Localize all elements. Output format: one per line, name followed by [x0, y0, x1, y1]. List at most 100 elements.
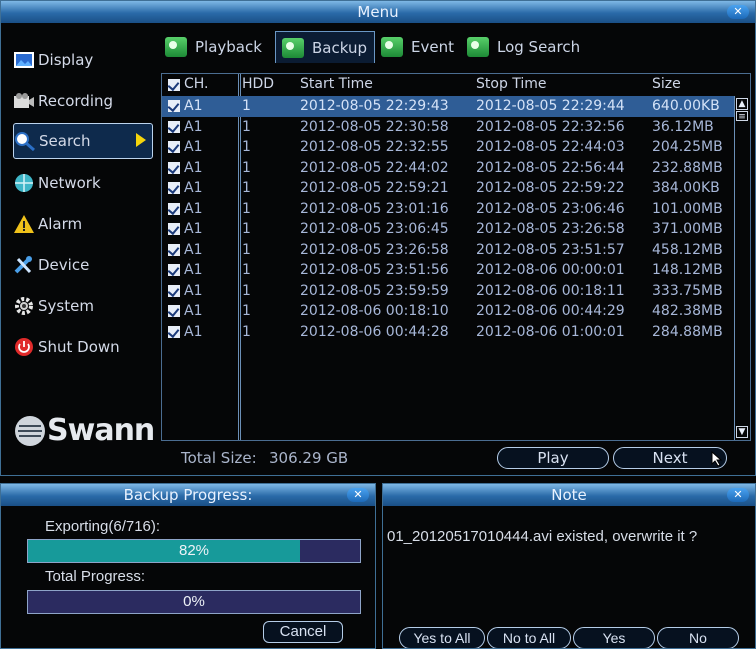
- scroll-down-icon[interactable]: ▼: [736, 426, 748, 438]
- sidebar: Display Recording Search Network Alarm D…: [5, 31, 155, 471]
- note-title: Note: [551, 486, 587, 504]
- row-checkbox[interactable]: [168, 305, 180, 317]
- close-icon[interactable]: ✕: [727, 5, 749, 19]
- cell-size: 36.12MB: [652, 118, 714, 135]
- tab-event[interactable]: Event: [375, 31, 461, 63]
- cell-hdd: 1: [242, 323, 251, 340]
- sidebar-item-alarm[interactable]: Alarm: [13, 207, 153, 241]
- select-all-checkbox[interactable]: [168, 79, 180, 91]
- backup-progress-dialog: Backup Progress: ✕ Exporting(6/716): 82%…: [0, 483, 376, 649]
- scrollbar[interactable]: ▲ ≡ ▼: [734, 96, 749, 440]
- play-button[interactable]: Play: [497, 447, 609, 469]
- cell-size: 482.38MB: [652, 303, 723, 319]
- cell-size: 333.75MB: [652, 282, 723, 299]
- cell-size: 232.88MB: [652, 159, 723, 176]
- no-button[interactable]: No: [657, 627, 739, 648]
- cell-stop: 2012-08-06 00:44:29: [476, 303, 625, 319]
- sidebar-item-search[interactable]: Search: [13, 123, 153, 159]
- column-header-stop-time: Stop Time: [476, 76, 547, 92]
- sidebar-item-recording[interactable]: Recording: [13, 84, 153, 118]
- sidebar-item-display[interactable]: Display: [13, 43, 153, 77]
- table-row[interactable]: A1 1 2012-08-06 00:44:28 2012-08-06 01:00:0…: [162, 322, 734, 343]
- table-row[interactable]: A1 1 2012-08-05 22:32:55 2012-08-05 22:44:0…: [162, 137, 734, 158]
- logo-text: Swann: [47, 413, 155, 448]
- cell-size: 458.12MB: [652, 241, 723, 258]
- table-row[interactable]: A1 1 2012-08-05 23:59:59 2012-08-06 00:18:1…: [162, 281, 734, 302]
- tab-label: Playback: [195, 38, 262, 56]
- cell-hdd: 1: [242, 282, 251, 299]
- table-row[interactable]: A1 1 2012-08-05 23:26:58 2012-08-05 23:51:5…: [162, 240, 734, 261]
- selected-arrow-icon: [136, 133, 146, 147]
- cell-start: 2012-08-06 00:44:28: [300, 323, 449, 340]
- export-progress-bar: 82%: [27, 539, 361, 563]
- cell-size: 384.00KB: [652, 180, 720, 196]
- table-row[interactable]: A1 1 2012-08-05 22:29:43 2012-08-05 22:29:4…: [162, 96, 734, 117]
- cell-hdd: 1: [242, 118, 251, 135]
- row-checkbox[interactable]: [168, 182, 180, 194]
- cell-start: 2012-08-05 22:32:55: [300, 139, 449, 155]
- column-header-ch: CH.: [184, 76, 209, 92]
- cell-size: 148.12MB: [652, 262, 723, 278]
- cell-stop: 2012-08-05 22:32:56: [476, 118, 625, 135]
- table-row[interactable]: A1 1 2012-08-05 22:44:02 2012-08-05 22:56:4…: [162, 158, 734, 179]
- total-size-label: Total Size:: [181, 449, 257, 467]
- row-checkbox[interactable]: [168, 141, 180, 153]
- export-progress-percent: 82%: [178, 542, 210, 559]
- table-row[interactable]: A1 1 2012-08-05 22:30:58 2012-08-05 22:32:5…: [162, 117, 734, 138]
- close-icon[interactable]: ✕: [347, 488, 369, 502]
- tab-playback[interactable]: Playback: [159, 31, 275, 63]
- exporting-label: Exporting(6/716):: [45, 518, 161, 535]
- cell-start: 2012-08-06 00:18:10: [300, 303, 449, 319]
- scroll-up-icon[interactable]: ▲: [736, 98, 748, 110]
- table-row[interactable]: A1 1 2012-08-05 22:59:21 2012-08-05 22:59:2…: [162, 178, 734, 199]
- cell-start: 2012-08-05 23:01:16: [300, 200, 449, 217]
- row-checkbox[interactable]: [168, 100, 180, 112]
- tab-backup[interactable]: Backup: [275, 31, 375, 63]
- cell-start: 2012-08-05 23:59:59: [300, 282, 449, 299]
- cell-stop: 2012-08-05 22:29:44: [476, 98, 625, 114]
- cell-start: 2012-08-05 22:44:02: [300, 159, 449, 176]
- cell-ch: A1: [184, 241, 203, 258]
- alarm-icon: [13, 213, 35, 235]
- tab-bar: Playback Backup Event Log Search: [159, 31, 753, 67]
- table-row[interactable]: A1 1 2012-08-05 23:51:56 2012-08-06 00:00:0…: [162, 260, 734, 281]
- table-row[interactable]: A1 1 2012-08-06 00:18:10 2012-08-06 00:44:2…: [162, 301, 734, 322]
- scroll-thumb[interactable]: ≡: [736, 111, 748, 122]
- no-to-all-button[interactable]: No to All: [487, 627, 571, 648]
- row-checkbox[interactable]: [168, 243, 180, 256]
- cancel-button[interactable]: Cancel: [263, 621, 343, 643]
- tab-log-search[interactable]: Log Search: [461, 31, 591, 63]
- cell-stop: 2012-08-05 23:51:57: [476, 241, 625, 258]
- row-checkbox[interactable]: [168, 223, 180, 235]
- row-checkbox[interactable]: [168, 284, 180, 297]
- row-checkbox[interactable]: [168, 161, 180, 174]
- tab-label: Log Search: [497, 38, 581, 56]
- menu-title: Menu: [357, 3, 399, 21]
- sidebar-item-shutdown[interactable]: Shut Down: [13, 330, 153, 364]
- network-icon: [13, 172, 35, 194]
- row-checkbox[interactable]: [168, 202, 180, 215]
- swann-logo-icon: [15, 415, 45, 446]
- cell-ch: A1: [184, 159, 203, 176]
- note-dialog: Note ✕ 01_20120517010444.avi existed, ov…: [382, 483, 756, 649]
- cell-hdd: 1: [242, 98, 251, 114]
- sidebar-item-system[interactable]: System: [13, 289, 153, 323]
- row-checkbox[interactable]: [168, 120, 180, 133]
- cell-start: 2012-08-05 22:59:21: [300, 180, 449, 196]
- row-checkbox[interactable]: [168, 325, 180, 338]
- row-checkbox[interactable]: [168, 264, 180, 276]
- close-icon[interactable]: ✕: [727, 488, 749, 502]
- cell-hdd: 1: [242, 139, 251, 155]
- next-button[interactable]: Next: [613, 447, 727, 469]
- cell-stop: 2012-08-05 22:56:44: [476, 159, 625, 176]
- table-row[interactable]: A1 1 2012-08-05 23:01:16 2012-08-05 23:06:4…: [162, 199, 734, 220]
- cell-hdd: 1: [242, 159, 251, 176]
- sidebar-item-network[interactable]: Network: [13, 166, 153, 200]
- yes-to-all-button[interactable]: Yes to All: [399, 627, 485, 648]
- table-row[interactable]: A1 1 2012-08-05 23:06:45 2012-08-05 23:26:5…: [162, 219, 734, 240]
- cell-size: 204.25MB: [652, 139, 723, 155]
- yes-button[interactable]: Yes: [573, 627, 655, 648]
- content-area: Playback Backup Event Log Search CH. HDD…: [159, 31, 753, 471]
- sidebar-item-device[interactable]: Device: [13, 248, 153, 282]
- mouse-cursor-icon: [711, 451, 723, 467]
